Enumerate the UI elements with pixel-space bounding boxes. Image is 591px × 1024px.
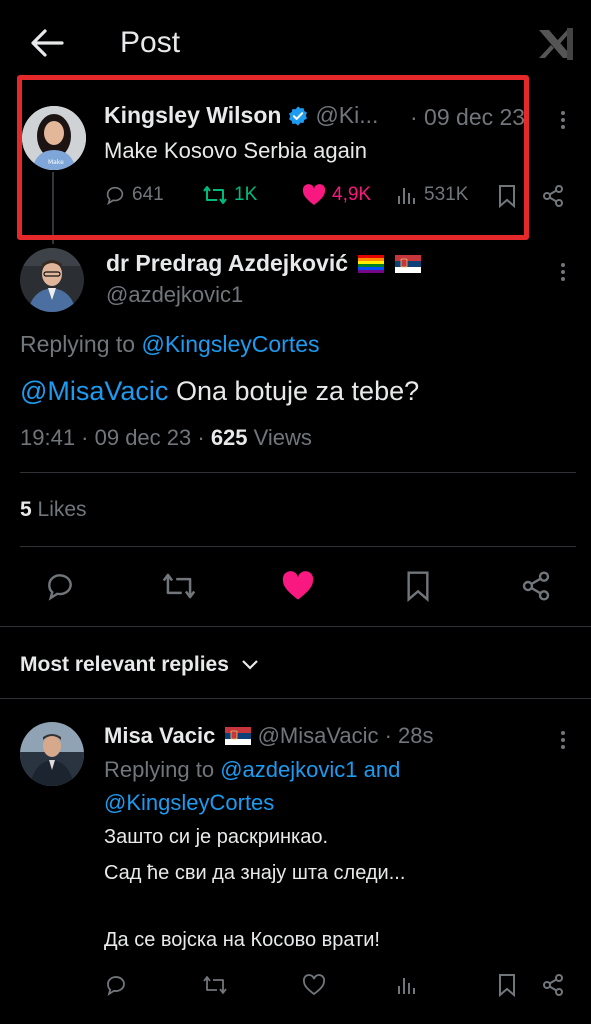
- post-timestamp: 19:41 · 09 dec 23 ·: [20, 425, 205, 450]
- share-icon[interactable]: [541, 973, 565, 997]
- reply-icon[interactable]: [104, 973, 128, 997]
- replying-to-link[interactable]: @azdejkovic1 and: [220, 757, 400, 782]
- repost-icon[interactable]: [161, 570, 197, 602]
- replies-sort-label: Most relevant replies: [20, 653, 229, 676]
- reply-text-line: Зашто си је раскринкао.: [104, 826, 329, 848]
- repost-icon[interactable]: [202, 974, 228, 996]
- post-text: Make Kosovo Serbia again: [104, 138, 367, 163]
- author-handle[interactable]: @Ki...: [315, 102, 378, 129]
- reply-text-line: Да се војска на Косово врати!: [104, 929, 380, 951]
- chevron-down-icon: [242, 660, 258, 670]
- bookmark-icon[interactable]: [404, 570, 432, 602]
- more-options-icon[interactable]: [561, 108, 567, 132]
- replies-sort-dropdown[interactable]: Most relevant replies: [20, 653, 259, 677]
- replying-label: Replying to: [104, 757, 215, 782]
- page-title: Post: [120, 26, 181, 59]
- heart-filled-icon[interactable]: [281, 571, 315, 601]
- more-options-icon[interactable]: [561, 728, 567, 752]
- likes-label: Likes: [31, 498, 87, 521]
- repost-button[interactable]: 1K: [202, 184, 257, 206]
- views-icon[interactable]: [396, 974, 418, 996]
- more-options-icon[interactable]: [561, 260, 567, 284]
- author-name[interactable]: Misa Vacic: [104, 723, 215, 748]
- avatar[interactable]: [20, 248, 84, 312]
- divider: [0, 626, 591, 627]
- avatar[interactable]: Make: [22, 106, 86, 170]
- bookmark-icon[interactable]: [497, 973, 517, 997]
- like-count: 4,9K: [332, 184, 372, 205]
- repost-icon: [203, 186, 227, 204]
- mention-link[interactable]: @MisaVacic: [20, 376, 168, 406]
- divider: [0, 698, 591, 699]
- replying-to-link[interactable]: @KingsleyCortes: [141, 331, 319, 357]
- x-logo-icon: [539, 28, 573, 60]
- share-icon[interactable]: [520, 570, 552, 602]
- like-button[interactable]: 4,9K: [302, 184, 371, 206]
- reply-button[interactable]: 641: [104, 184, 164, 206]
- svg-text:Make: Make: [48, 159, 64, 166]
- reply-text-line: Сад ће сви да знају шта следи...: [104, 862, 406, 884]
- thread-line: [52, 172, 54, 244]
- divider: [20, 546, 576, 547]
- heart-filled-icon: [302, 184, 326, 205]
- views-count: 625: [210, 425, 248, 450]
- reply-icon[interactable]: [43, 570, 77, 602]
- verified-badge-icon: [289, 105, 308, 126]
- serbia-flag-icon: [225, 727, 252, 745]
- heart-outline-icon[interactable]: [302, 974, 326, 996]
- divider: [20, 472, 576, 473]
- views-label: Views: [247, 425, 312, 450]
- views-count: 531K: [424, 184, 469, 205]
- avatar[interactable]: [20, 722, 84, 786]
- reply-icon: [106, 186, 124, 206]
- author-handle[interactable]: @MisaVacic · 28s: [258, 723, 434, 748]
- author-name[interactable]: dr Predrag Azdejković: [106, 250, 348, 276]
- repost-count: 1K: [234, 184, 258, 205]
- post-text: Ona botuje za tebe?: [168, 376, 420, 406]
- replying-label: Replying to: [20, 331, 136, 357]
- reply-count: 641: [132, 184, 164, 205]
- serbia-flag-icon: [394, 255, 421, 273]
- views-button[interactable]: 531K: [396, 184, 468, 206]
- back-arrow-icon[interactable]: [30, 28, 64, 58]
- views-icon: [398, 188, 415, 204]
- share-icon[interactable]: [541, 184, 565, 208]
- post-date: · 09 dec 23: [410, 104, 526, 130]
- rainbow-flag-icon: [358, 255, 385, 273]
- author-handle[interactable]: @azdejkovic1: [106, 282, 243, 308]
- likes-count: 5: [20, 498, 32, 521]
- bookmark-icon[interactable]: [497, 184, 517, 208]
- replying-to-link[interactable]: @KingsleyCortes: [104, 790, 274, 816]
- likes-summary[interactable]: 5 Likes: [20, 498, 87, 522]
- author-name[interactable]: Kingsley Wilson: [104, 102, 281, 129]
